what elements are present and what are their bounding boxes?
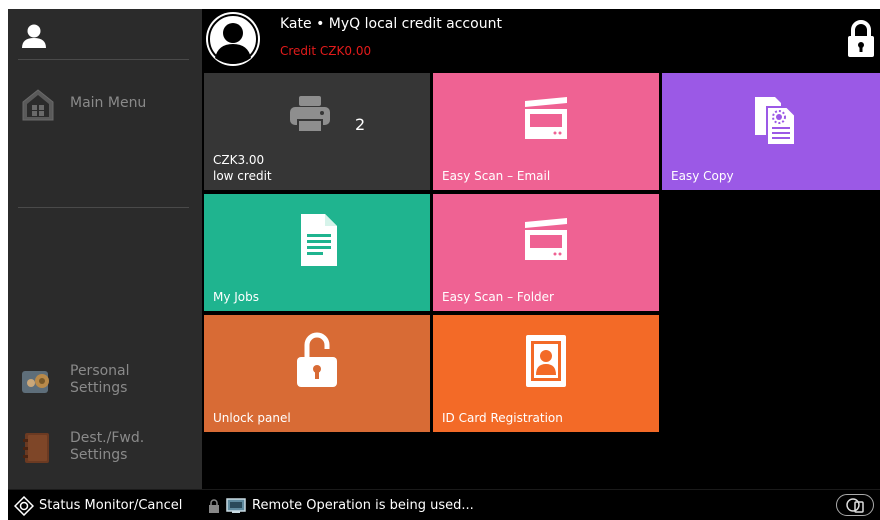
address-book-icon: [23, 433, 49, 463]
avatar-silhouette-icon: [208, 14, 258, 64]
remote-control-icon: [846, 498, 864, 513]
my-jobs-label: My Jobs: [213, 290, 260, 304]
user-avatar: [206, 12, 260, 66]
easy-scan-folder-tile[interactable]: Easy Scan – Folder: [433, 194, 659, 311]
scanner-icon: [525, 218, 567, 260]
credit-balance: Credit CZK0.00: [280, 44, 372, 58]
easy-scan-email-label: Easy Scan – Email: [442, 169, 551, 183]
easy-scan-folder-label: Easy Scan – Folder: [442, 290, 554, 304]
easy-copy-label: Easy Copy: [671, 169, 734, 183]
id-card-icon: [526, 335, 566, 387]
sidebar: Main Menu Personal Settings Dest./Fwd. S…: [8, 9, 202, 489]
print-job-count: 2: [355, 115, 366, 134]
easy-scan-email-tile[interactable]: Easy Scan – Email: [433, 73, 659, 190]
sidebar-divider: [18, 207, 189, 208]
id-card-registration-label: ID Card Registration: [442, 411, 563, 425]
sidebar-divider: [18, 59, 189, 60]
copy-icon: [755, 97, 796, 146]
unlock-panel-tile[interactable]: Unlock panel: [204, 315, 430, 432]
unlocked-padlock-icon: [297, 332, 337, 387]
scanner-icon: [525, 97, 567, 139]
personal-settings-icon: [22, 371, 49, 393]
remote-operation-button[interactable]: [836, 494, 874, 516]
dest-fwd-settings-button[interactable]: Dest./Fwd. Settings: [20, 430, 144, 466]
status-monitor-button[interactable]: Status Monitor/Cancel: [8, 490, 202, 520]
home-icon: [22, 89, 54, 121]
personal-settings-label: Personal Settings: [70, 363, 130, 396]
bottom-bar: Status Monitor/Cancel Remote Operation i…: [8, 489, 880, 520]
lock-icon[interactable]: [846, 19, 876, 59]
print-tile-label: CZK3.00 low credit: [213, 153, 272, 183]
main-menu-button[interactable]: Main Menu: [20, 87, 146, 123]
remote-operation-message: Remote Operation is being used...: [252, 498, 474, 513]
easy-copy-tile[interactable]: Easy Copy: [662, 73, 880, 190]
my-jobs-tile[interactable]: My Jobs: [204, 194, 430, 311]
status-monitor-label: Status Monitor/Cancel: [39, 498, 183, 513]
personal-settings-button[interactable]: Personal Settings: [20, 363, 130, 399]
dest-fwd-settings-label: Dest./Fwd. Settings: [70, 430, 145, 463]
printer-icon: [290, 96, 330, 132]
account-name: Kate • MyQ local credit account: [280, 16, 502, 32]
id-card-registration-tile[interactable]: ID Card Registration: [433, 315, 659, 432]
remote-operation-status: Remote Operation is being used...: [208, 490, 474, 520]
user-icon[interactable]: [20, 23, 48, 49]
status-monitor-icon: [14, 495, 34, 516]
print-tile[interactable]: 2 CZK3.00 low credit: [204, 73, 430, 190]
unlock-panel-label: Unlock panel: [213, 411, 291, 425]
document-icon: [301, 214, 337, 266]
device-panel: Main Menu Personal Settings Dest./Fwd. S…: [8, 9, 880, 520]
small-lock-icon: [209, 498, 219, 513]
main-menu-label: Main Menu: [70, 95, 147, 111]
header: Kate • MyQ local credit account Credit C…: [202, 9, 880, 71]
remote-operation-icon: [226, 497, 246, 513]
